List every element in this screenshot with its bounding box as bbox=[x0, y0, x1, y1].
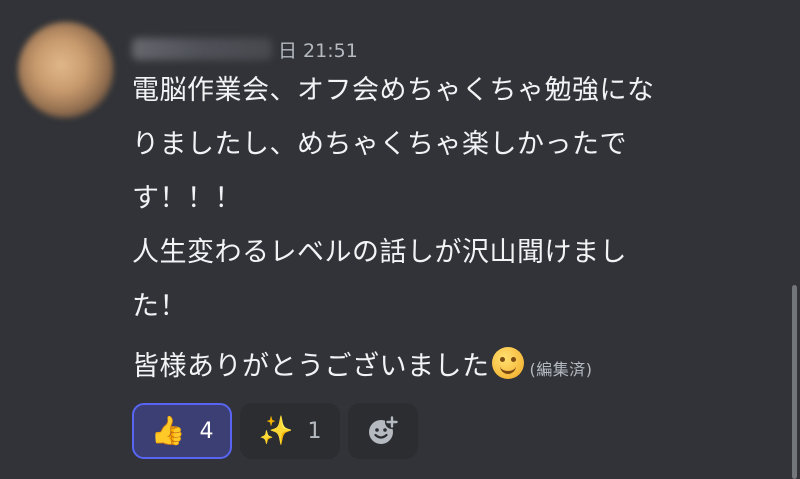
add-reaction-icon bbox=[369, 415, 399, 444]
username[interactable] bbox=[132, 38, 272, 60]
reaction-sparkles[interactable]: ✨ 1 bbox=[240, 403, 340, 459]
message-line: 人生変わるレベルの話しが沢山聞けまし bbox=[132, 237, 627, 268]
message-content: 電脳作業会、オフ会めちゃくちゃ勉強にな りましたし、めちゃくちゃ楽しかったで す… bbox=[132, 64, 772, 394]
message-line: りましたし、めちゃくちゃ楽しかったで bbox=[132, 129, 627, 160]
scrollbar[interactable] bbox=[792, 285, 797, 479]
sparkles-icon: ✨ bbox=[258, 414, 294, 447]
timestamp: 日 21:51 bbox=[278, 39, 358, 62]
avatar[interactable] bbox=[18, 22, 114, 118]
thumbs-up-icon: 👍 bbox=[150, 414, 186, 447]
message-line: た！ bbox=[132, 291, 187, 322]
reaction-count: 1 bbox=[307, 418, 322, 444]
message-line: す！！！ bbox=[132, 183, 242, 214]
message-header: 日 21:51 bbox=[132, 34, 358, 64]
reactions-bar: 👍 4 ✨ 1 bbox=[132, 403, 418, 459]
message-line: 皆様ありがとうございました bbox=[132, 351, 490, 382]
message-line: 電脳作業会、オフ会めちゃくちゃ勉強にな bbox=[132, 75, 655, 106]
reaction-thumbs-up[interactable]: 👍 4 bbox=[132, 403, 232, 459]
message-last-line: 皆様ありがとうございました (編集済) bbox=[132, 340, 772, 394]
add-reaction-button[interactable] bbox=[348, 403, 418, 459]
reaction-count: 4 bbox=[199, 418, 214, 444]
edited-label: (編集済) bbox=[529, 360, 593, 379]
smiling-face-emoji bbox=[491, 347, 524, 379]
